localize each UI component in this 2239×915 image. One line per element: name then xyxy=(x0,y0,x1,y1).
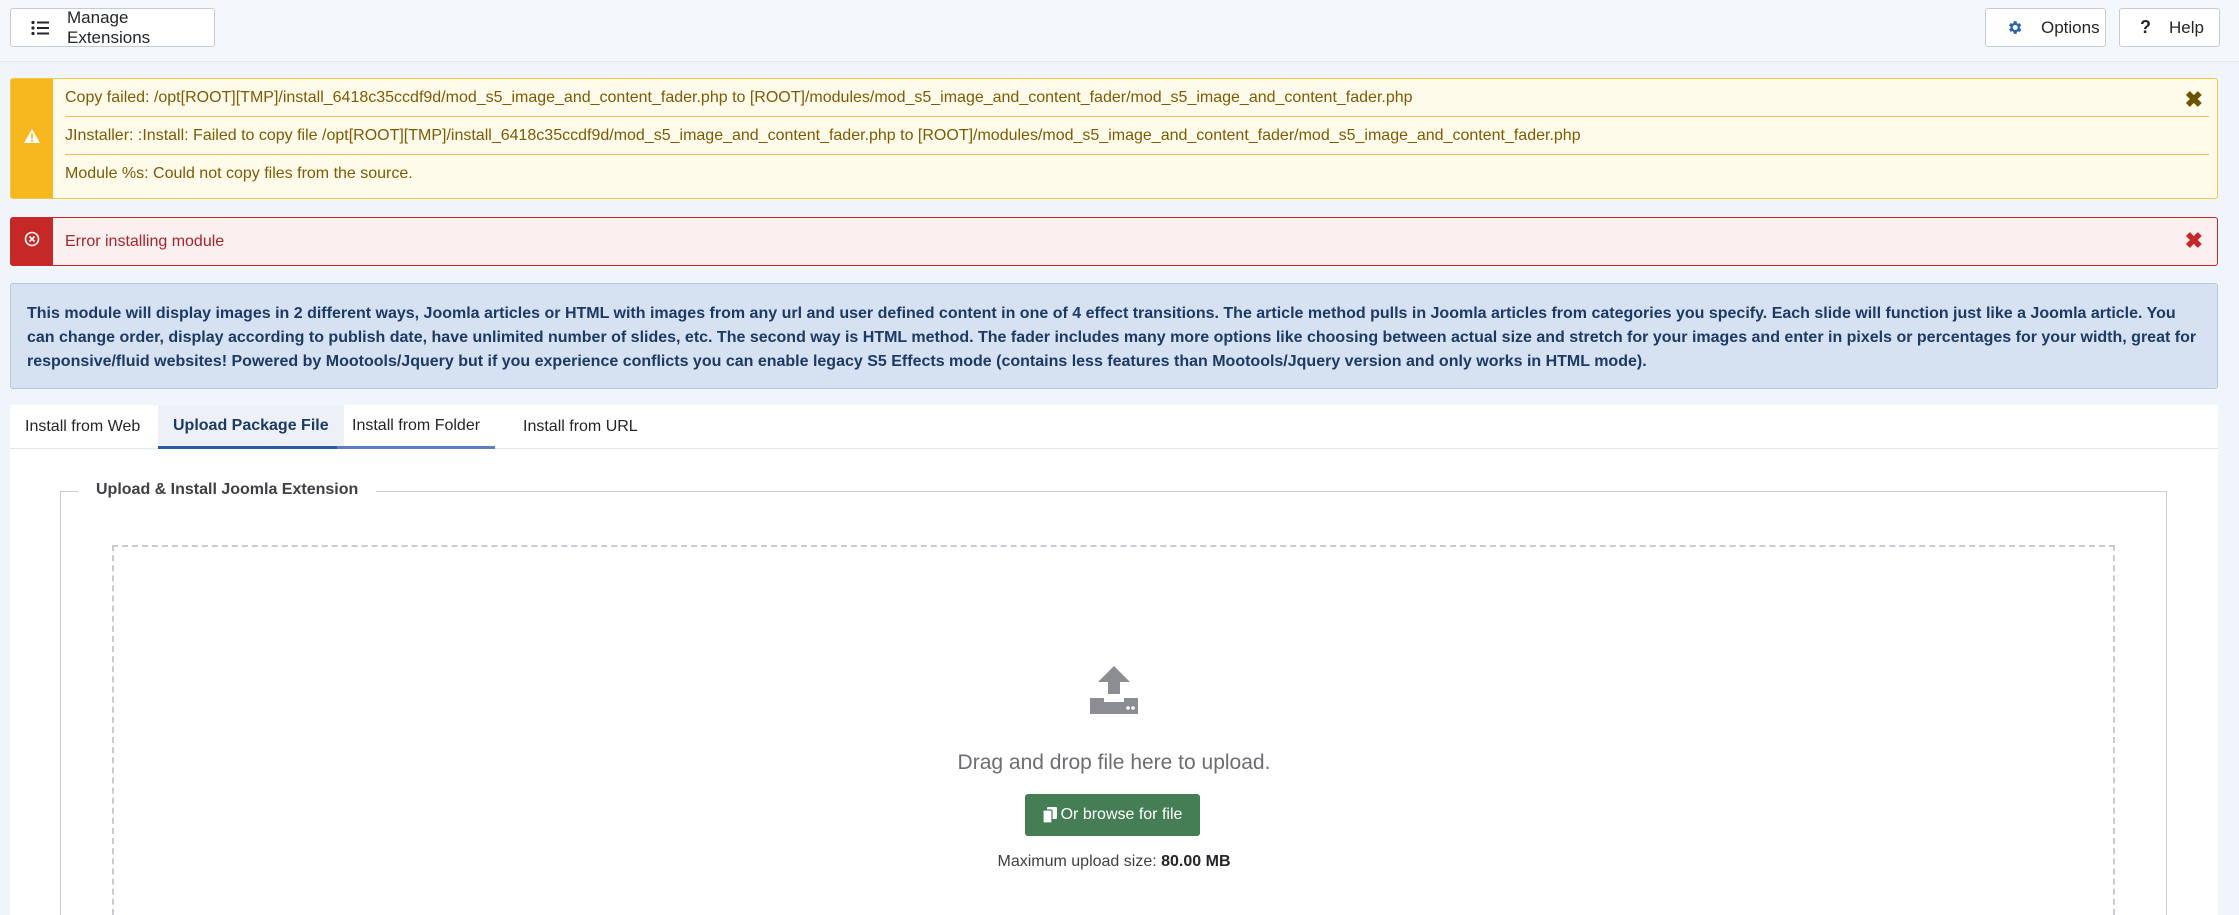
list-icon xyxy=(31,19,49,37)
drag-drop-text: Drag and drop file here to upload. xyxy=(957,751,1271,774)
tab-install-from-web[interactable]: Install from Web xyxy=(10,405,155,449)
upload-panel: Upload & Install Joomla Extension Drag a… xyxy=(10,449,2218,915)
upload-icon xyxy=(1088,664,1140,721)
warning-icon xyxy=(24,129,40,148)
error-message: Error installing module xyxy=(65,232,225,250)
warning-message: Module %s: Could not copy files from the… xyxy=(65,165,413,182)
tab-install-from-url[interactable]: Install from URL xyxy=(508,405,653,449)
browse-file-button[interactable]: Or browse for file xyxy=(1025,794,1200,836)
browse-file-label: Or browse for file xyxy=(1060,806,1183,823)
install-tabs: Install from Web Upload Package File Ins… xyxy=(10,405,2218,449)
manage-extensions-button[interactable]: Manage Extensions xyxy=(10,8,215,47)
warning-alert: Copy failed: /opt[ROOT][TMP]/install_641… xyxy=(10,78,2218,199)
gear-icon xyxy=(2006,19,2023,37)
tab-install-from-folder[interactable]: Install from Folder xyxy=(337,405,496,449)
toolbar: Manage Extensions Options ? Help xyxy=(0,0,2239,62)
max-upload-label: Maximum upload size: xyxy=(997,853,1157,870)
max-upload-size: Maximum upload size: 80.00 MB xyxy=(10,853,2218,871)
copy-icon xyxy=(1042,807,1057,823)
warning-messages: Copy failed: /opt[ROOT][TMP]/install_641… xyxy=(65,79,2209,193)
error-alert: Error installing module ✖ xyxy=(10,217,2218,266)
error-stripe xyxy=(11,218,53,265)
help-button[interactable]: ? Help xyxy=(2119,8,2220,47)
extension-description: This module will display images in 2 dif… xyxy=(10,283,2218,389)
warning-message: Copy failed: /opt[ROOT][TMP]/install_641… xyxy=(65,79,2209,117)
upload-legend: Upload & Install Joomla Extension xyxy=(78,481,377,499)
tab-upload-package-file[interactable]: Upload Package File xyxy=(158,405,344,449)
close-warning-button[interactable]: ✖ xyxy=(2185,89,2203,111)
question-icon: ? xyxy=(2140,17,2151,37)
error-circle-icon xyxy=(24,231,40,252)
options-label: Options xyxy=(2041,17,2100,37)
help-label: Help xyxy=(2169,17,2204,37)
warning-message: JInstaller: :Install: Failed to copy fil… xyxy=(65,117,2209,155)
close-error-button[interactable]: ✖ xyxy=(2185,230,2203,252)
max-upload-value: 80.00 MB xyxy=(1161,853,1231,870)
manage-extensions-label: Manage Extensions xyxy=(67,7,151,47)
warning-stripe xyxy=(11,79,53,198)
options-button[interactable]: Options xyxy=(1985,8,2106,47)
